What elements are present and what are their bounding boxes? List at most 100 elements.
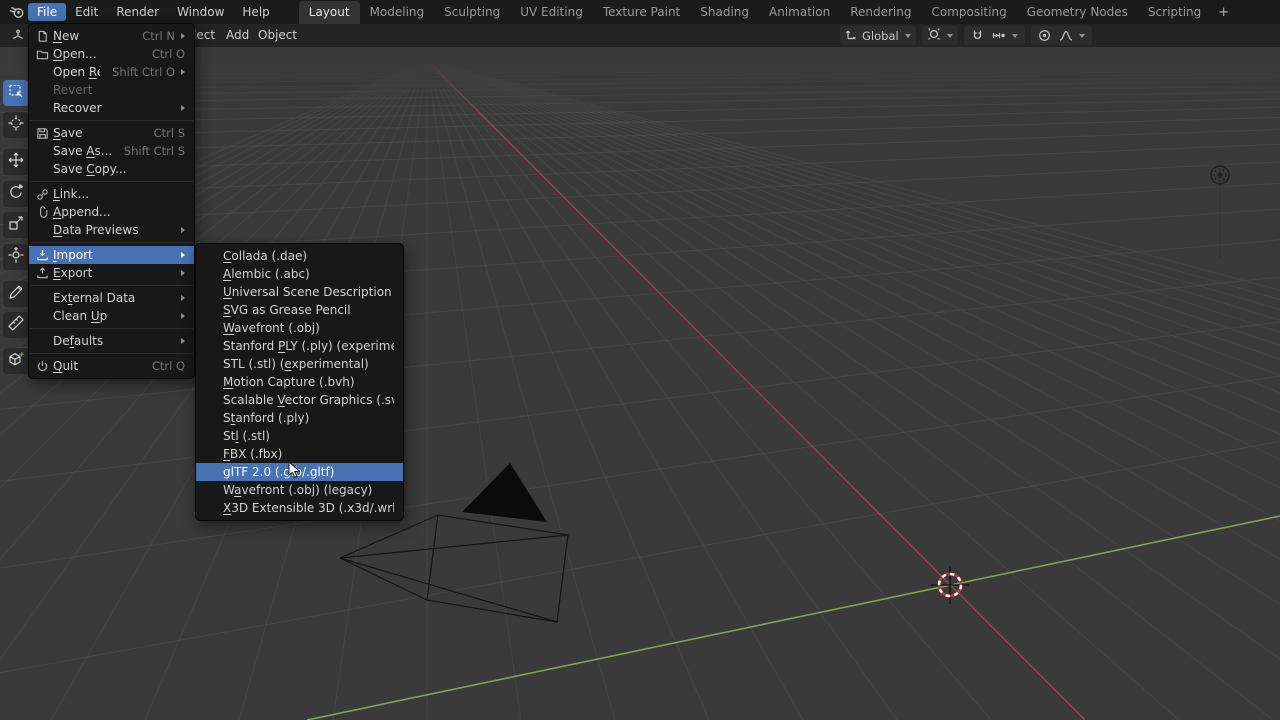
menu-item-defaults[interactable]: Defaults (29, 332, 194, 350)
no-icon (36, 101, 53, 115)
tab-sculpting[interactable]: Sculpting (434, 1, 510, 24)
snap-target-dropdown[interactable] (990, 29, 1020, 42)
orientation-label: Global (862, 29, 899, 43)
submenu-item-motion-capture-bvh[interactable]: Motion Capture (.bvh) (196, 373, 403, 391)
submenu-item-svg-as-grease-pencil[interactable]: SVG as Grease Pencil (196, 301, 403, 319)
power-icon (36, 359, 53, 373)
tool-rotate[interactable] (3, 181, 29, 207)
menu-help[interactable]: Help (233, 3, 278, 21)
menu-item-clean-up[interactable]: Clean Up (29, 307, 194, 325)
menu-item-new[interactable]: New Ctrl N (29, 27, 194, 45)
tool-measure[interactable] (3, 312, 29, 338)
topbar: FileEditRenderWindowHelp LayoutModelingS… (0, 0, 1280, 24)
link-icon (36, 187, 53, 201)
menu-add[interactable]: Add (226, 28, 249, 42)
menu-item-label: Save Copy... (53, 162, 126, 176)
tab-compositing[interactable]: Compositing (921, 1, 1016, 24)
annotate-icon (7, 283, 25, 305)
menu-item-label: Open Recent (53, 65, 100, 79)
menu-object[interactable]: Object (258, 28, 297, 42)
cursor-icon (7, 114, 25, 136)
submenu-item-stanford-ply[interactable]: Stanford (.ply) (196, 409, 403, 427)
submenu-item-alembic-abc[interactable]: Alembic (.abc) (196, 265, 403, 283)
submenu-item-stl-stl-experimental[interactable]: STL (.stl) (experimental) (196, 355, 403, 373)
menu-item-label: New (53, 29, 79, 43)
tab-geometry-nodes[interactable]: Geometry Nodes (1017, 1, 1138, 24)
menu-item-link[interactable]: Link... (29, 185, 194, 203)
menu-item-label: Open... (53, 47, 97, 61)
menu-item-save-as[interactable]: Save As...Shift Ctrl S (29, 142, 194, 160)
camera-up-triangle[interactable] (462, 463, 547, 522)
tool-add-cube[interactable] (3, 348, 29, 374)
submenu-arrow-icon (181, 252, 185, 258)
menu-render[interactable]: Render (107, 3, 168, 21)
viewport-header-controls: Global (840, 26, 1092, 45)
menu-item-label: Stanford PLY (.ply) (experimental) (223, 339, 394, 353)
add-workspace-button[interactable]: + (1211, 3, 1236, 22)
menu-item-open-recent[interactable]: Open RecentShift Ctrl O (29, 63, 194, 81)
menu-file[interactable]: File (28, 3, 66, 21)
submenu-item-wavefront-obj-legacy[interactable]: Wavefront (.obj) (legacy) (196, 481, 403, 499)
blender-logo-icon[interactable] (6, 2, 28, 22)
menu-separator (30, 285, 193, 286)
tool-annotate[interactable] (3, 281, 29, 307)
add-cube-icon (7, 350, 25, 372)
submenu-arrow-icon (181, 69, 185, 75)
tab-modeling[interactable]: Modeling (360, 1, 435, 24)
tab-rendering[interactable]: Rendering (840, 1, 921, 24)
submenu-item-stanford-ply-ply-experimental[interactable]: Stanford PLY (.ply) (experimental) (196, 337, 403, 355)
tab-layout[interactable]: Layout (299, 1, 360, 24)
menu-window[interactable]: Window (168, 3, 233, 21)
menu-item-recover[interactable]: Recover (29, 99, 194, 117)
tab-scripting[interactable]: Scripting (1138, 1, 1211, 24)
menu-item-import[interactable]: Import (29, 246, 194, 264)
tool-cursor[interactable] (3, 112, 29, 138)
snap-controls (964, 26, 1025, 45)
menu-item-external-data[interactable]: External Data (29, 289, 194, 307)
menu-item-label: Link... (53, 187, 89, 201)
tool-scale[interactable] (3, 212, 29, 238)
menu-item-label: Alembic (.abc) (223, 267, 310, 281)
submenu-item-collada-dae[interactable]: Collada (.dae) (196, 247, 403, 265)
menu-item-quit[interactable]: QuitCtrl Q (29, 357, 194, 375)
submenu-item-stl-stl[interactable]: Stl (.stl) (196, 427, 403, 445)
menu-item-label: Defaults (53, 334, 103, 348)
menu-item-append[interactable]: Append... (29, 203, 194, 221)
tab-texture-paint[interactable]: Texture Paint (593, 1, 690, 24)
snap-magnet-button[interactable] (969, 29, 986, 42)
no-icon (36, 83, 53, 97)
proportional-editing-controls (1031, 26, 1092, 45)
menu-item-label: X3D Extensible 3D (.x3d/.wrl) (223, 501, 394, 515)
submenu-item-x3d-extensible-3d-x3d-wrl[interactable]: X3D Extensible 3D (.x3d/.wrl) (196, 499, 403, 517)
menu-item-open[interactable]: Open...Ctrl O (29, 45, 194, 63)
menu-item-revert[interactable]: Revert (29, 81, 194, 99)
menu-item-save[interactable]: SaveCtrl S (29, 124, 194, 142)
transform-orientation-icon (845, 28, 858, 44)
tool-select-box[interactable] (3, 80, 29, 106)
no-icon (36, 309, 53, 323)
submenu-item-scalable-vector-graphics-svg[interactable]: Scalable Vector Graphics (.svg) (196, 391, 403, 409)
transform-orientation-dropdown[interactable]: Global (840, 26, 916, 45)
falloff-curve-dropdown[interactable] (1057, 29, 1087, 42)
menu-item-label: Collada (.dae) (223, 249, 307, 263)
submenu-item-universal-scene-description-usd[interactable]: Universal Scene Description (.usd*) (196, 283, 403, 301)
proportional-editing-button[interactable] (1036, 29, 1053, 42)
menu-item-shortcut: Ctrl N (130, 29, 175, 43)
chevron-down-icon (905, 34, 911, 38)
submenu-item-wavefront-obj[interactable]: Wavefront (.obj) (196, 319, 403, 337)
menu-edit[interactable]: Edit (66, 3, 107, 21)
tab-shading[interactable]: Shading (690, 1, 759, 24)
tab-uv-editing[interactable]: UV Editing (510, 1, 593, 24)
menu-item-data-previews[interactable]: Data Previews (29, 221, 194, 239)
menu-item-shortcut: Ctrl Q (140, 359, 185, 373)
menu-separator (30, 242, 193, 243)
camera-object[interactable] (340, 515, 568, 622)
tab-animation[interactable]: Animation (759, 1, 840, 24)
pivot-point-dropdown[interactable] (922, 26, 958, 45)
menu-item-label: FBX (.fbx) (223, 447, 282, 461)
menu-item-save-copy[interactable]: Save Copy... (29, 160, 194, 178)
tool-transform[interactable] (3, 244, 29, 270)
tool-move[interactable] (3, 149, 29, 175)
menu-item-export[interactable]: Export (29, 264, 194, 282)
chevron-down-icon (1012, 34, 1018, 38)
